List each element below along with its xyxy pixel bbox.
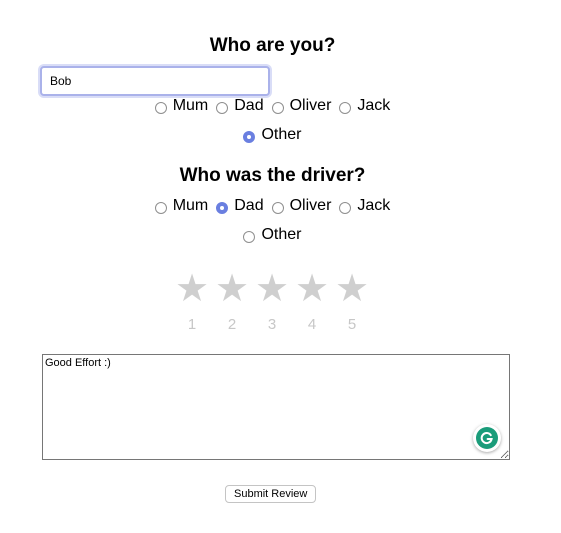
radio-icon[interactable] <box>271 101 284 114</box>
name-input[interactable] <box>40 66 270 96</box>
star-label: 5 <box>347 316 357 333</box>
grammarly-icon <box>476 427 498 449</box>
driver-options-row-2: Other <box>0 225 545 245</box>
driver-option-label: Dad <box>234 197 264 214</box>
driver-option-label: Mum <box>172 197 209 214</box>
review-form: Who are you? Mum Dad Oliver Jack Other W… <box>0 0 561 533</box>
radio-icon[interactable] <box>339 201 352 214</box>
radio-icon[interactable] <box>154 101 167 114</box>
who-option-dad[interactable]: Dad <box>216 96 264 116</box>
driver-option-label: Jack <box>357 197 391 214</box>
who-option-label: Dad <box>234 97 264 114</box>
star-rating-2[interactable]: ★ 2 <box>212 266 252 333</box>
radio-icon[interactable] <box>216 101 229 114</box>
who-option-other[interactable]: Other <box>243 125 302 145</box>
driver-option-label: Oliver <box>289 197 332 214</box>
who-option-mum[interactable]: Mum <box>154 96 209 116</box>
driver-option-dad[interactable]: Dad <box>216 196 264 216</box>
star-icon[interactable]: ★ <box>332 266 372 310</box>
who-options-row-1: Mum Dad Oliver Jack <box>0 96 545 116</box>
driver-option-other[interactable]: Other <box>243 225 302 245</box>
submit-review-button[interactable]: Submit Review <box>225 485 317 503</box>
star-label: 1 <box>187 316 197 333</box>
driver-option-label: Other <box>261 226 302 243</box>
star-icon[interactable]: ★ <box>172 266 212 310</box>
who-options-row-2: Other <box>0 125 545 145</box>
who-option-label: Other <box>261 126 302 143</box>
driver-option-mum[interactable]: Mum <box>154 196 209 216</box>
star-label: 2 <box>227 316 237 333</box>
who-option-label: Oliver <box>289 97 332 114</box>
who-option-label: Jack <box>357 97 391 114</box>
star-rating-5[interactable]: ★ 5 <box>332 266 372 333</box>
radio-selected-icon[interactable] <box>243 130 256 143</box>
star-rating-3[interactable]: ★ 3 <box>252 266 292 333</box>
radio-icon[interactable] <box>271 201 284 214</box>
grammarly-button[interactable] <box>473 424 501 452</box>
radio-icon[interactable] <box>339 101 352 114</box>
star-rating-4[interactable]: ★ 4 <box>292 266 332 333</box>
driver-option-jack[interactable]: Jack <box>339 196 390 216</box>
driver-options-row-1: Mum Dad Oliver Jack <box>0 196 545 216</box>
star-icon[interactable]: ★ <box>292 266 332 310</box>
star-label: 3 <box>267 316 277 333</box>
star-icon[interactable]: ★ <box>212 266 252 310</box>
who-are-you-heading: Who are you? <box>209 35 336 56</box>
driver-option-oliver[interactable]: Oliver <box>271 196 332 216</box>
radio-selected-icon[interactable] <box>216 201 229 214</box>
star-rating-1[interactable]: ★ 1 <box>172 266 212 333</box>
radio-icon[interactable] <box>243 230 256 243</box>
radio-icon[interactable] <box>154 201 167 214</box>
driver-heading: Who was the driver? <box>179 165 366 186</box>
who-option-label: Mum <box>172 97 209 114</box>
star-label: 4 <box>307 316 317 333</box>
who-option-oliver[interactable]: Oliver <box>271 96 332 116</box>
comment-textarea[interactable] <box>42 354 510 460</box>
star-rating: ★ 1 ★ 2 ★ 3 ★ 4 ★ 5 <box>172 266 372 336</box>
who-option-jack[interactable]: Jack <box>339 96 390 116</box>
star-icon[interactable]: ★ <box>252 266 292 310</box>
